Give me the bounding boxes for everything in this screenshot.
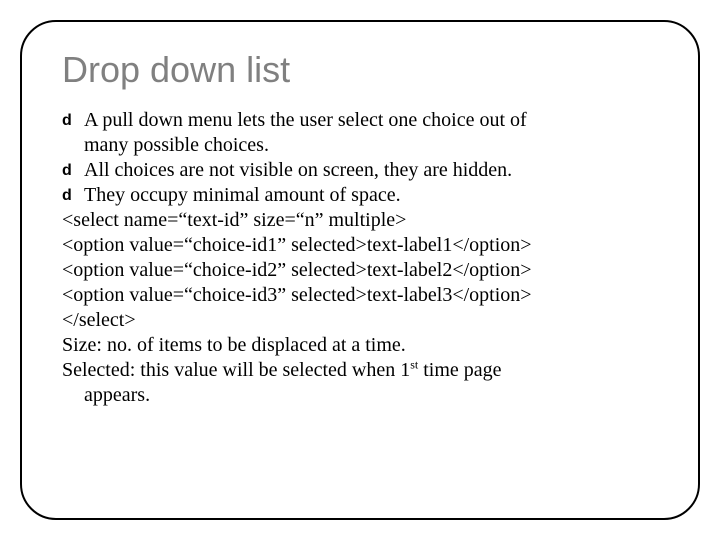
bullet-text: They occupy minimal amount of space.	[84, 184, 401, 206]
note-selected-post: time page	[418, 359, 501, 381]
bullet-text: A pull down menu lets the user select on…	[84, 109, 527, 131]
code-line-3: <option value=“choice-id2” selected>text…	[62, 258, 658, 283]
slide-body: d A pull down menu lets the user select …	[62, 108, 658, 408]
note-selected-line1: Selected: this value will be selected wh…	[62, 358, 658, 383]
bullet-item-2: d All choices are not visible on screen,…	[62, 158, 658, 183]
bullet-item-1: d A pull down menu lets the user select …	[62, 108, 658, 133]
note-selected-pre: Selected: this value will be selected wh…	[62, 359, 410, 381]
slide-frame: Drop down list d A pull down menu lets t…	[20, 20, 700, 520]
bullet-icon: d	[62, 186, 72, 206]
bullet-icon: d	[62, 111, 72, 131]
bullet-icon: d	[62, 161, 72, 181]
code-line-4: <option value=“choice-id3” selected>text…	[62, 283, 658, 308]
note-size: Size: no. of items to be displaced at a …	[62, 333, 658, 358]
code-line-1: <select name=“text-id” size=“n” multiple…	[62, 208, 658, 233]
slide-title: Drop down list	[62, 50, 658, 90]
bullet-item-3: d They occupy minimal amount of space.	[62, 183, 658, 208]
code-line-5: </select>	[62, 308, 658, 333]
bullet-text: All choices are not visible on screen, t…	[84, 159, 512, 181]
note-selected-line2: appears.	[62, 383, 658, 408]
bullet-item-1-cont: many possible choices.	[62, 133, 658, 158]
code-line-2: <option value=“choice-id1” selected>text…	[62, 233, 658, 258]
